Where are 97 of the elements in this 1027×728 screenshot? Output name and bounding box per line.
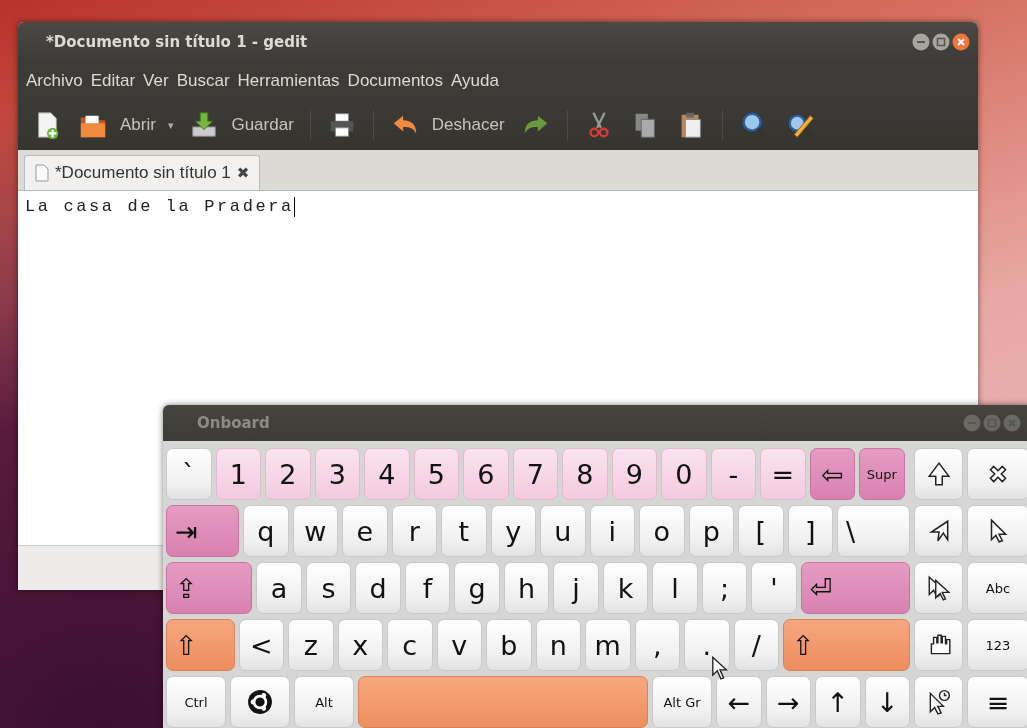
- keyboard-key[interactable]: e: [342, 505, 388, 557]
- keyboard-key[interactable]: Ctrl: [166, 676, 226, 728]
- keyboard-key[interactable]: ⇪: [166, 562, 253, 614]
- close-button[interactable]: [952, 33, 970, 51]
- menu-item[interactable]: Archivo: [22, 68, 87, 94]
- keyboard-key[interactable]: f: [404, 562, 451, 614]
- keyboard-key[interactable]: ≡: [967, 676, 1027, 728]
- keyboard-key[interactable]: [914, 505, 963, 557]
- keyboard-key[interactable]: o: [639, 505, 685, 557]
- keyboard-key[interactable]: [: [738, 505, 784, 557]
- tab-close-button[interactable]: ✖: [236, 164, 250, 182]
- keyboard-key[interactable]: [914, 619, 963, 671]
- keyboard-key[interactable]: 5: [413, 448, 459, 500]
- keyboard-key[interactable]: 8: [562, 448, 608, 500]
- window-title: *Documento sin título 1 - gedit: [46, 33, 309, 51]
- keyboard-key[interactable]: Abc: [967, 562, 1027, 614]
- keyboard-key[interactable]: ⇧: [166, 619, 235, 671]
- toolbar-button[interactable]: Guardar: [183, 106, 300, 144]
- keyboard-key[interactable]: Alt Gr: [652, 676, 712, 728]
- keyboard-key[interactable]: 7: [512, 448, 558, 500]
- logo-icon: [247, 689, 273, 715]
- keyboard-key[interactable]: ,: [634, 619, 680, 671]
- keyboard-key[interactable]: ;: [701, 562, 748, 614]
- keyboard-key[interactable]: 9: [611, 448, 657, 500]
- keyboard-key[interactable]: 123: [967, 619, 1027, 671]
- keyboard-key[interactable]: u: [540, 505, 586, 557]
- keyboard-key[interactable]: `: [166, 448, 212, 500]
- keyboard-key[interactable]: →: [765, 676, 811, 728]
- keyboard-key[interactable]: w: [292, 505, 338, 557]
- keyboard-key[interactable]: l: [652, 562, 698, 614]
- keyboard-key[interactable]: m: [585, 619, 631, 671]
- keyboard-key[interactable]: 0: [661, 448, 707, 500]
- keyboard-key[interactable]: v: [436, 619, 482, 671]
- keyboard-key[interactable]: \: [837, 505, 910, 557]
- keyboard-key[interactable]: k: [602, 562, 649, 614]
- document-tab[interactable]: *Documento sin título 1 ✖: [24, 155, 261, 190]
- keyboard-key[interactable]: /: [733, 619, 779, 671]
- keyboard-key[interactable]: -: [710, 448, 756, 500]
- keyboard-key[interactable]: 3: [314, 448, 360, 500]
- keyboard-key[interactable]: b: [486, 619, 532, 671]
- keyboard-key[interactable]: [914, 448, 963, 500]
- toolbar-button[interactable]: Abrir: [72, 106, 162, 144]
- keyboard-key[interactable]: [914, 676, 963, 728]
- keyboard-key[interactable]: [230, 676, 290, 728]
- keyboard-key[interactable]: ⇦: [809, 448, 855, 500]
- menu-item[interactable]: Documentos: [343, 68, 448, 94]
- keyboard-key[interactable]: ': [751, 562, 797, 614]
- keyboard-key[interactable]: ⏎: [800, 562, 910, 614]
- keyboard-key[interactable]: q: [243, 505, 289, 557]
- mouse-pointer-icon: [711, 655, 729, 681]
- keyboard-key[interactable]: d: [355, 562, 401, 614]
- menu-item[interactable]: Ver: [139, 68, 173, 94]
- keyboard-key[interactable]: p: [688, 505, 734, 557]
- keyboard-key[interactable]: i: [589, 505, 635, 557]
- keyboard-key[interactable]: <: [238, 619, 284, 671]
- keyboard-key[interactable]: 1: [215, 448, 261, 500]
- keyboard-key[interactable]: ]: [787, 505, 833, 557]
- menu-item[interactable]: Herramientas: [233, 68, 344, 94]
- document-icon: [35, 164, 49, 182]
- text-cursor: [293, 197, 295, 217]
- dropdown-arrow[interactable]: ▾: [165, 118, 180, 132]
- up-arrow-icon: [925, 461, 952, 487]
- keyboard-key[interactable]: j: [553, 562, 599, 614]
- keyboard-key[interactable]: ↓: [864, 676, 910, 728]
- keyboard-key[interactable]: 6: [463, 448, 509, 500]
- maximize-button[interactable]: [932, 33, 950, 51]
- keyboard-key[interactable]: t: [441, 505, 487, 557]
- keyboard-key[interactable]: [914, 562, 963, 614]
- keyboard-key[interactable]: [967, 505, 1027, 557]
- keyboard-key[interactable]: z: [288, 619, 334, 671]
- keyboard-key[interactable]: Supr: [859, 448, 905, 500]
- keyboard-key[interactable]: =: [760, 448, 806, 500]
- window-title: Onboard: [197, 414, 271, 432]
- document-text: La casa de la Pradera: [25, 197, 294, 216]
- menu-item[interactable]: Buscar: [172, 68, 234, 94]
- tab-label: *Documento sin título 1: [55, 163, 231, 183]
- keyboard-key[interactable]: c: [387, 619, 433, 671]
- minimize-button[interactable]: [912, 33, 930, 51]
- keyboard-key[interactable]: ↑: [815, 676, 861, 728]
- keyboard-key[interactable]: ←: [716, 676, 762, 728]
- keyboard-key[interactable]: 2: [265, 448, 311, 500]
- keyboard-key[interactable]: s: [305, 562, 352, 614]
- menu-item[interactable]: Ayuda: [447, 68, 503, 94]
- keyboard-key[interactable]: 4: [364, 448, 410, 500]
- keyboard-key[interactable]: ⇧: [783, 619, 910, 671]
- keyboard-key[interactable]: n: [535, 619, 581, 671]
- toolbar-button[interactable]: Deshacer: [383, 106, 511, 144]
- keyboard-key[interactable]: h: [503, 562, 550, 614]
- keyboard-key[interactable]: x: [337, 619, 383, 671]
- keyboard-key[interactable]: ⇥: [166, 505, 239, 557]
- keyboard-key[interactable]: a: [256, 562, 302, 614]
- keyboard-key[interactable]: g: [454, 562, 500, 614]
- menu-item[interactable]: Editar: [86, 68, 140, 94]
- keyboard-key[interactable]: y: [490, 505, 536, 557]
- keyboard-key[interactable]: r: [391, 505, 437, 557]
- keyboard-key[interactable]: Alt: [294, 676, 354, 728]
- keyboard-key[interactable]: [967, 448, 1027, 500]
